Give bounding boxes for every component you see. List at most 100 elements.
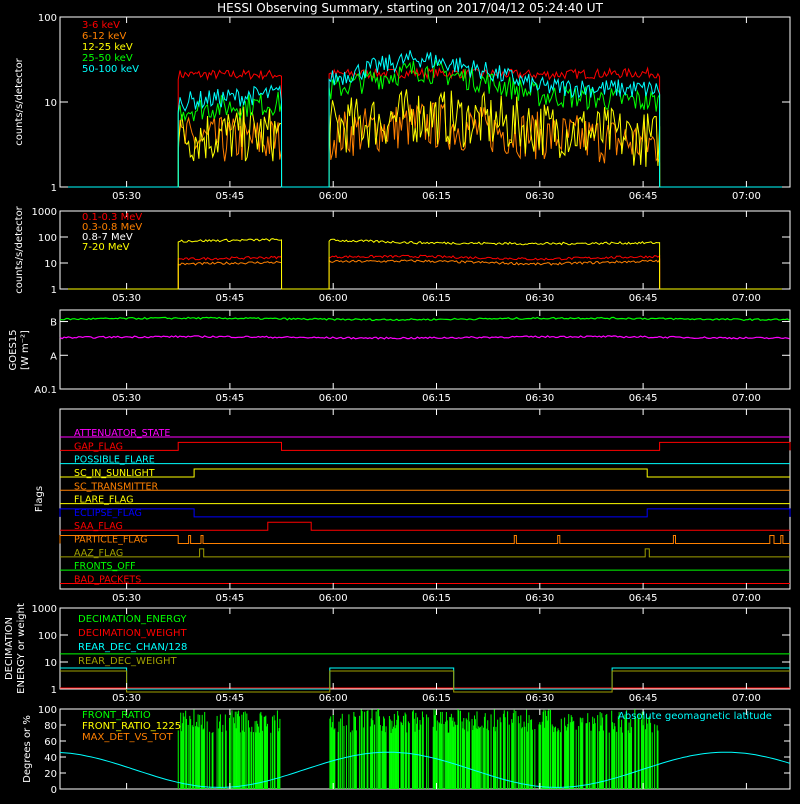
hxr-ytick-label: 10 [44, 98, 57, 109]
flag-line [60, 548, 790, 558]
gamma-xtick-label: 06:00 [319, 293, 348, 304]
hxr-xtick-label: 05:45 [215, 191, 244, 202]
goes-xtick-label: 05:30 [112, 393, 141, 404]
hxr-xtick-label: 05:30 [112, 191, 141, 202]
hxr-xtick-label: 06:45 [629, 191, 658, 202]
goes-frame [59, 309, 791, 390]
panel-hxr: 1 10 100 05:30 05:45 06:00 06:15 06:30 06:45 07:0… [14, 13, 791, 202]
goes-series-line [59, 335, 790, 340]
decimation-legend-entry: DECIMATION_WEIGHT [78, 628, 187, 639]
decimation-xtick-label: 05:45 [215, 693, 244, 704]
gamma-frame [59, 210, 791, 290]
decimation-legend-entry: REAR_DEC_WEIGHT [78, 656, 177, 667]
hxr-legend-entry: 50-100 keV [82, 64, 139, 75]
decimation-xtick-label: 06:00 [319, 693, 348, 704]
ratio-ytick-label: 0 [51, 785, 57, 796]
goes-series-line [59, 316, 790, 322]
hxr-legend-entry: 3-6 keV [82, 20, 120, 31]
hxr-ytick-label: 100 [38, 13, 57, 24]
decimation-ytick-label: 10 [44, 658, 57, 669]
flags-xtick-label: 06:00 [319, 593, 348, 604]
gamma-xtick-label: 06:30 [525, 293, 554, 304]
flag-label: FLARE_FLAG [74, 495, 134, 506]
panel-goes: B A A0.1 05:30 05:45 06:00 06:15 06:30 06:45 07:0… [8, 309, 791, 404]
gamma-xtick-label: 06:45 [629, 293, 658, 304]
decimation-ytick-label: 1 [51, 685, 57, 696]
flag-label: SC_TRANSMITTER [74, 481, 159, 492]
ratio-ytick-label: 80 [44, 721, 57, 732]
flags-xtick-label: 05:45 [215, 593, 244, 604]
flag-label: AAZ_FLAG [74, 548, 123, 559]
hxr-series-line [60, 102, 790, 188]
ratio-legend-entry: FRONT_RATIO_1225 [82, 721, 181, 732]
hxr-ytick-label: 1 [51, 183, 57, 194]
panel-ratio: 0 20 40 60 80 100 Degrees or % FRONT_RATIOFRONT… [22, 705, 791, 796]
goes-yunit: [W m⁻²] [20, 330, 31, 370]
goes-xtick-label: 06:00 [319, 393, 348, 404]
gamma-ytick-label: 1 [51, 285, 57, 296]
flag-label: SC_IN_SUNLIGHT [74, 468, 155, 479]
flag-label: PARTICLE_FLAG [74, 535, 147, 546]
gamma-series-line [60, 238, 790, 290]
observing-summary-figure: HESSI Observing Summary, starting on 201… [0, 0, 800, 800]
flags-xtick-label: 07:00 [732, 593, 761, 604]
summary-plot: HESSI Observing Summary, starting on 201… [4, 1, 791, 796]
decimation-ylabel: DECIMATION [4, 617, 15, 680]
flags-xtick-label: 06:30 [525, 593, 554, 604]
ratio-ytick-label: 100 [38, 705, 57, 716]
decimation-xtick-label: 06:45 [629, 693, 658, 704]
flags-xtick-label: 05:30 [112, 593, 141, 604]
decimation-ytick-label: 1000 [32, 604, 57, 615]
hxr-ylabel: counts/s/detector [14, 57, 25, 145]
ratio-legend-entry: FRONT_RATIO [82, 710, 151, 721]
gamma-xtick-label: 05:30 [112, 293, 141, 304]
goes-xtick-label: 06:15 [422, 393, 451, 404]
geomagnetic-latitude-line [59, 751, 791, 788]
panel-flags: ATTENUATOR_STATE GAP_FLAG POSSIBLE_FLARE SC… [34, 408, 791, 604]
ratio-legend-entry: MAX_DET_VS_TOT [82, 732, 174, 743]
gamma-ytick-label: 100 [38, 233, 57, 244]
goes-ylabel: GOES15 [8, 329, 19, 370]
hxr-legend-entry: 6-12 keV [82, 31, 126, 42]
flag-line [60, 441, 791, 451]
hxr-legend-entry: 25-50 keV [82, 53, 133, 64]
decimation-ytick-label: 100 [38, 631, 57, 642]
flag-line [59, 535, 790, 545]
decimation-xtick-label: 06:15 [422, 693, 451, 704]
gamma-ytick-label: 1000 [32, 207, 57, 218]
flags-ylabel: Flags [34, 486, 45, 512]
flag-line [59, 508, 791, 518]
goes-ytick-label: A0.1 [34, 385, 57, 396]
goes-xtick-label: 06:30 [525, 393, 554, 404]
hxr-xtick-label: 06:00 [319, 191, 348, 202]
ratio-legend-entry: Absolute geomagnetic latitude [618, 711, 772, 722]
hxr-xtick-label: 07:00 [732, 191, 761, 202]
flag-label: ECLIPSE_FLAG [74, 508, 142, 519]
flag-label: ATTENUATOR_STATE [74, 428, 170, 439]
panel-gamma: 1 10 100 1000 05:30 05:45 06:00 06:15 06:30 06:45… [14, 205, 791, 304]
ratio-ytick-label: 40 [44, 753, 57, 764]
hxr-xtick-label: 06:30 [525, 191, 554, 202]
goes-xtick-label: 05:45 [215, 393, 244, 404]
decimation-xtick-label: 05:30 [112, 693, 141, 704]
gamma-series-line [60, 258, 790, 290]
gamma-legend-entry: 7-20 MeV [82, 242, 130, 253]
ratio-ytick-label: 20 [44, 769, 57, 780]
goes-xtick-label: 06:45 [629, 393, 658, 404]
decimation-legend-entry: DECIMATION_ENERGY [78, 614, 187, 625]
gamma-ylabel: counts/s/detector [14, 205, 25, 293]
hxr-frame [59, 16, 791, 188]
gamma-xtick-label: 07:00 [732, 293, 761, 304]
decimation-xtick-label: 06:30 [525, 693, 554, 704]
goes-ytick-label: B [50, 318, 57, 329]
goes-ytick-label: A [50, 351, 57, 362]
figure-title: HESSI Observing Summary, starting on 201… [217, 1, 603, 15]
flags-xtick-label: 06:45 [629, 593, 658, 604]
goes-xtick-label: 07:00 [732, 393, 761, 404]
ratio-ylabel: Degrees or % [22, 715, 33, 783]
flag-label: SAA_FLAG [74, 521, 123, 532]
gamma-ytick-label: 10 [44, 259, 57, 270]
hxr-xtick-label: 06:15 [422, 191, 451, 202]
flag-line [60, 468, 790, 478]
flags-xtick-label: 06:15 [422, 593, 451, 604]
